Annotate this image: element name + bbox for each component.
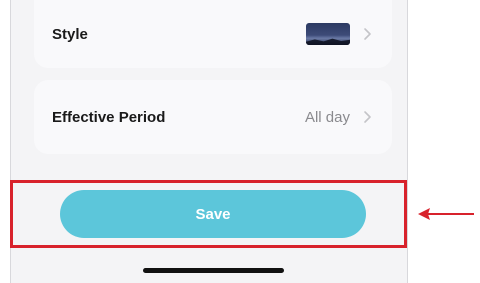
style-setting-row[interactable]: Style	[34, 0, 392, 68]
arrow-left-icon	[418, 208, 474, 220]
effective-period-label: Effective Period	[52, 108, 166, 126]
effective-period-value-group: All day	[305, 109, 374, 126]
chevron-right-icon	[364, 111, 371, 123]
save-button[interactable]: Save	[60, 190, 366, 238]
style-value-group	[306, 23, 374, 45]
effective-period-setting-row[interactable]: Effective Period All day	[34, 80, 392, 154]
style-thumbnail-image	[306, 23, 350, 45]
style-label: Style	[52, 25, 88, 43]
home-indicator	[143, 268, 284, 273]
phone-right-edge	[407, 0, 408, 283]
chevron-right-icon	[364, 28, 371, 40]
screenshot-stage: Style Effective Period All day Save	[0, 0, 480, 283]
effective-period-value: All day	[304, 108, 350, 126]
